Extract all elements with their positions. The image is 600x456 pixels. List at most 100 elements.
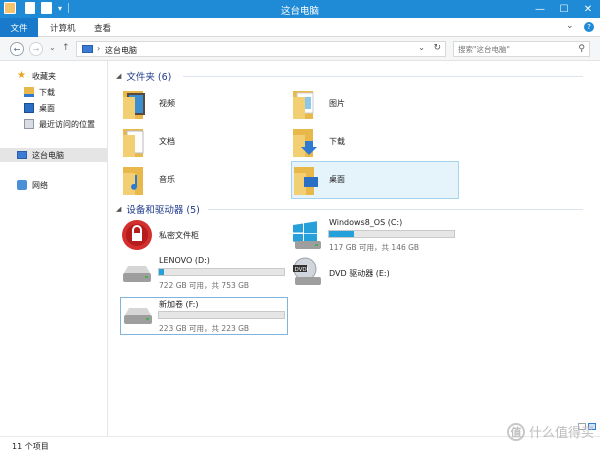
star-icon: ★ xyxy=(17,70,26,81)
maximize-button[interactable]: ☐ xyxy=(552,0,576,18)
folder-tile-pictures[interactable]: 图片 xyxy=(291,85,459,123)
folder-tile-downloads[interactable]: 下载 xyxy=(291,123,459,161)
folder-name: 桌面 xyxy=(329,175,345,184)
device-tile-vault[interactable]: 私密文件柜 xyxy=(121,217,289,255)
group-header-folders[interactable]: ◢ 文件夹 (6) xyxy=(116,69,171,83)
search-box[interactable]: ⚲ xyxy=(453,41,590,57)
sidebar-label: 桌面 xyxy=(39,103,55,113)
sidebar-label: 下载 xyxy=(39,87,55,97)
back-button[interactable]: ← xyxy=(10,42,24,56)
folder-name: 音乐 xyxy=(159,175,175,184)
group-divider xyxy=(183,76,583,77)
folder-name: 视频 xyxy=(159,99,175,108)
sidebar-label: 网络 xyxy=(32,180,48,190)
folder-name: 文档 xyxy=(159,137,175,146)
sidebar-item-desktop[interactable]: 桌面 xyxy=(0,101,107,115)
videos-folder-icon xyxy=(123,91,145,119)
dvd-drive-icon: DVD xyxy=(293,257,321,285)
title-bar: ▾ 这台电脑 — ☐ ✕ xyxy=(0,0,600,18)
device-name: DVD 驱动器 (E:) xyxy=(329,269,390,278)
window-title: 这台电脑 xyxy=(280,6,319,17)
content-pane: ◢ 文件夹 (6) 视频 图片 文档 下载 音乐 桌面 ◢ 设备和驱动器 (5)… xyxy=(108,61,600,436)
breadcrumb[interactable]: 这台电脑 xyxy=(105,45,137,56)
device-name: 私密文件柜 xyxy=(159,231,199,240)
sidebar-item-recent[interactable]: 最近访问的位置 xyxy=(0,117,107,131)
explorer-window: ▾ 这台电脑 — ☐ ✕ 文件 计算机 查看 ⌄ ? ← → ⌄ ↑ › 这台电… xyxy=(0,0,600,456)
disk-space-text: 117 GB 可用，共 146 GB xyxy=(329,243,420,252)
folder-name: 下载 xyxy=(329,137,345,146)
folder-tile-desktop[interactable]: 桌面 xyxy=(291,161,459,199)
collapse-chevron-icon[interactable]: ◢ xyxy=(116,72,121,80)
address-bar[interactable]: › 这台电脑 ⌄ ↻ xyxy=(76,41,446,57)
hard-drive-icon xyxy=(123,266,151,282)
search-input[interactable] xyxy=(454,42,572,56)
sidebar-item-favorites[interactable]: ★ 收藏夹 xyxy=(0,69,107,83)
folder-tile-music[interactable]: 音乐 xyxy=(121,161,289,199)
help-icon[interactable]: ? xyxy=(584,22,594,32)
device-tile-drive-c[interactable]: Windows8_OS (C:) 117 GB 可用，共 146 GB xyxy=(291,217,459,255)
tab-computer[interactable]: 计算机 xyxy=(50,22,76,34)
tab-view[interactable]: 查看 xyxy=(94,22,111,34)
disk-usage-fill xyxy=(159,269,164,275)
computer-icon xyxy=(17,151,27,159)
music-folder-icon xyxy=(123,167,143,195)
disk-usage-bar xyxy=(158,268,285,276)
folder-name: 图片 xyxy=(329,99,345,108)
documents-folder-icon xyxy=(123,129,144,157)
close-button[interactable]: ✕ xyxy=(576,0,600,18)
watermark-text: 什么值得买 xyxy=(528,426,594,441)
navigation-bar: ← → ⌄ ↑ › 这台电脑 ⌄ ↻ ⚲ xyxy=(0,37,600,61)
recent-locations-icon[interactable]: ⌄ xyxy=(49,43,56,52)
pictures-folder-icon xyxy=(293,91,314,119)
tab-file[interactable]: 文件 xyxy=(0,18,38,37)
device-name: 新加卷 (F:) xyxy=(159,300,199,309)
up-button[interactable]: ↑ xyxy=(62,43,70,53)
sidebar-item-downloads[interactable]: 下载 xyxy=(0,85,107,99)
sidebar-item-this-pc[interactable]: 这台电脑 xyxy=(0,148,107,162)
search-icon[interactable]: ⚲ xyxy=(578,44,585,54)
minimize-button[interactable]: — xyxy=(528,0,552,18)
svg-text:DVD: DVD xyxy=(295,267,307,273)
device-tile-dvd[interactable]: DVD DVD 驱动器 (E:) xyxy=(291,255,459,293)
downloads-folder-icon xyxy=(293,129,317,157)
item-count: 11 个项目 xyxy=(12,442,49,451)
disk-usage-fill xyxy=(329,231,354,237)
ribbon-expand-icon[interactable]: ⌄ xyxy=(566,21,574,31)
sidebar-label: 收藏夹 xyxy=(32,71,56,81)
watermark: 值 什么值得买 xyxy=(506,422,594,441)
group-title: 设备和驱动器 (5) xyxy=(126,205,200,216)
sidebar-item-network[interactable]: 网络 xyxy=(0,178,107,192)
address-dropdown-icon[interactable]: ⌄ xyxy=(418,43,425,52)
desktop-folder-icon xyxy=(294,167,318,195)
group-header-devices[interactable]: ◢ 设备和驱动器 (5) xyxy=(116,202,200,216)
disk-space-text: 223 GB 可用，共 223 GB xyxy=(159,324,250,333)
collapse-chevron-icon[interactable]: ◢ xyxy=(116,205,121,213)
device-name: LENOVO (D:) xyxy=(159,256,210,265)
ribbon-tabs: 文件 计算机 查看 ⌄ ? xyxy=(0,18,600,37)
computer-icon xyxy=(82,45,93,53)
windows-drive-icon xyxy=(293,221,321,249)
device-tile-drive-d[interactable]: LENOVO (D:) 722 GB 可用，共 753 GB xyxy=(121,255,289,293)
private-vault-icon xyxy=(122,220,152,250)
sidebar-label: 最近访问的位置 xyxy=(39,119,95,129)
recent-places-icon xyxy=(24,119,34,129)
desktop-icon xyxy=(24,103,34,113)
folder-tile-videos[interactable]: 视频 xyxy=(121,85,289,123)
folder-tile-documents[interactable]: 文档 xyxy=(121,123,289,161)
navigation-pane: ★ 收藏夹 下载 桌面 最近访问的位置 这台电脑 网络 xyxy=(0,61,108,436)
device-name: Windows8_OS (C:) xyxy=(329,218,403,227)
device-tile-drive-f[interactable]: 新加卷 (F:) 223 GB 可用，共 223 GB xyxy=(120,297,288,335)
watermark-badge: 值 xyxy=(506,422,525,441)
disk-usage-bar xyxy=(158,311,285,319)
downloads-icon xyxy=(24,87,34,97)
network-icon xyxy=(17,180,27,190)
sidebar-label: 这台电脑 xyxy=(32,150,64,160)
disk-space-text: 722 GB 可用，共 753 GB xyxy=(159,281,250,290)
hard-drive-icon xyxy=(124,308,152,324)
group-divider xyxy=(208,209,583,210)
group-title: 文件夹 (6) xyxy=(126,72,172,83)
refresh-icon[interactable]: ↻ xyxy=(433,43,441,53)
forward-button[interactable]: → xyxy=(29,42,43,56)
breadcrumb-chevron-icon[interactable]: › xyxy=(97,44,100,53)
disk-usage-bar xyxy=(328,230,455,238)
